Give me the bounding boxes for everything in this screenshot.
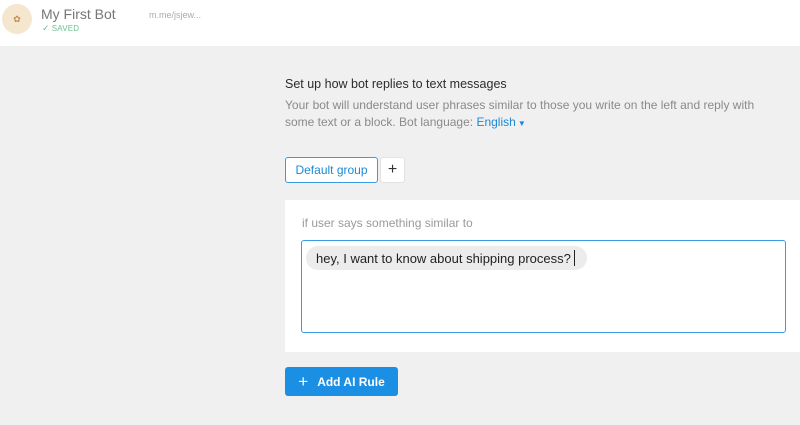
saved-label: SAVED — [51, 24, 80, 33]
language-label: English — [476, 115, 516, 129]
section-title: Set up how bot replies to text messages — [285, 77, 507, 91]
saved-status: ✓ SAVED — [42, 23, 79, 34]
add-ai-rule-button[interactable]: + Add AI Rule — [285, 367, 398, 396]
bot-avatar-icon: ✿ — [13, 13, 21, 24]
caret-down-icon: ▼ — [517, 119, 526, 128]
text-cursor — [573, 250, 575, 266]
plus-icon: + — [298, 372, 309, 391]
section-description: Your bot will understand user phrases si… — [285, 97, 765, 132]
language-dropdown[interactable]: English ▼ — [476, 115, 525, 129]
add-ai-rule-label: Add AI Rule — [317, 374, 385, 389]
tab-default-group[interactable]: Default group — [285, 157, 378, 183]
bot-name[interactable]: My First Bot — [41, 6, 116, 22]
add-group-button[interactable]: + — [380, 157, 405, 183]
phrase-text: hey, I want to know about shipping proce… — [316, 250, 571, 266]
ai-rule-card: if user says something similar to hey, I… — [285, 200, 800, 352]
top-bar: ✿ My First Bot ✓ SAVED m.me/jsjew... — [0, 0, 800, 46]
check-icon: ✓ — [42, 23, 50, 33]
rule-label: if user says something similar to — [302, 216, 473, 230]
phrase-input[interactable]: hey, I want to know about shipping proce… — [301, 240, 786, 333]
bot-avatar[interactable]: ✿ — [2, 4, 32, 34]
bot-link[interactable]: m.me/jsjew... — [149, 10, 201, 20]
phrase-chip[interactable]: hey, I want to know about shipping proce… — [306, 246, 587, 270]
